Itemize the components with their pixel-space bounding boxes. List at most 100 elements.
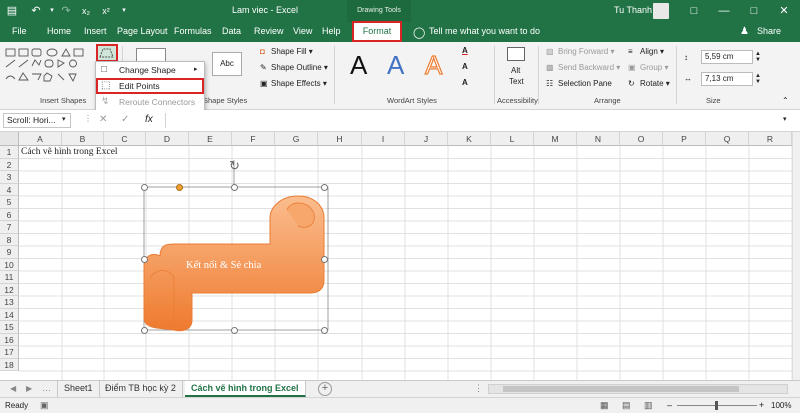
- maximize-icon[interactable]: □: [746, 3, 762, 19]
- tab-home[interactable]: Home: [47, 26, 71, 36]
- more-sheets-icon[interactable]: …: [42, 383, 51, 393]
- column-header[interactable]: N: [577, 132, 620, 146]
- tab-split-handle[interactable]: ⋮: [474, 383, 483, 394]
- height-spinner-icon[interactable]: ▲ ▼: [755, 51, 761, 63]
- resize-handle-top-right[interactable]: [321, 184, 328, 191]
- undo-icon[interactable]: ↶: [28, 3, 44, 19]
- formula-input[interactable]: [165, 113, 777, 128]
- expand-formula-icon[interactable]: ▾: [783, 115, 787, 123]
- horizontal-scrollbar[interactable]: [488, 384, 788, 394]
- add-sheet-icon[interactable]: +: [318, 382, 332, 396]
- shape-height-input[interactable]: 5,59 cm: [701, 50, 753, 64]
- horizontal-scroll-thumb[interactable]: [503, 386, 739, 392]
- column-header[interactable]: E: [189, 132, 232, 146]
- text-outline-icon[interactable]: A: [462, 62, 468, 71]
- tab-review[interactable]: Review: [254, 26, 284, 36]
- rotation-handle-icon[interactable]: ↻: [229, 160, 240, 173]
- tab-format[interactable]: Format: [352, 21, 402, 42]
- cancel-icon[interactable]: ✕: [99, 114, 107, 125]
- column-header[interactable]: G: [275, 132, 318, 146]
- send-backward-button[interactable]: Send Backward ▾: [558, 63, 620, 72]
- alt-text-button-line2[interactable]: Text: [509, 77, 524, 86]
- redo-icon[interactable]: ↷: [58, 3, 74, 19]
- close-icon[interactable]: ✕: [776, 3, 792, 19]
- shape-width-input[interactable]: 7,13 cm: [701, 72, 753, 86]
- subscript-icon[interactable]: x₂: [78, 3, 94, 19]
- rotate-button[interactable]: Rotate ▾: [640, 79, 670, 88]
- spreadsheet-grid[interactable]: A B C D E F G H I J K L M N O P Q R 1 2 …: [0, 132, 792, 380]
- enter-icon[interactable]: ✓: [121, 114, 129, 125]
- row-header[interactable]: 17: [0, 346, 19, 359]
- row-header[interactable]: 5: [0, 196, 19, 209]
- row-header[interactable]: 6: [0, 208, 19, 221]
- resize-handle-top[interactable]: [231, 184, 238, 191]
- column-header[interactable]: O: [620, 132, 663, 146]
- resize-handle-bottom-left[interactable]: [141, 327, 148, 334]
- autosave-icon[interactable]: ▤: [4, 3, 20, 19]
- column-header[interactable]: C: [104, 132, 146, 146]
- shape-outline-button[interactable]: Shape Outline ▾: [271, 63, 328, 72]
- row-header[interactable]: 10: [0, 258, 19, 271]
- zoom-in-icon[interactable]: +: [759, 400, 764, 410]
- column-header[interactable]: M: [534, 132, 577, 146]
- resize-handle-bottom-right[interactable]: [321, 327, 328, 334]
- macro-record-icon[interactable]: ▣: [40, 400, 49, 411]
- sheet-tab-diem-tb[interactable]: Điểm TB học kỳ 2: [99, 381, 183, 397]
- minimize-icon[interactable]: —: [716, 3, 732, 19]
- row-header[interactable]: 7: [0, 221, 19, 234]
- next-sheet-icon[interactable]: ▶: [26, 384, 32, 393]
- menu-item-edit-points[interactable]: Edit Points: [96, 79, 204, 94]
- text-effects-icon[interactable]: A: [462, 78, 468, 87]
- row-header[interactable]: 15: [0, 321, 19, 334]
- row-header[interactable]: 1: [0, 146, 19, 159]
- column-header[interactable]: P: [663, 132, 706, 146]
- wordart-style-blue[interactable]: A: [387, 50, 404, 81]
- share-icon[interactable]: ♟: [740, 26, 749, 37]
- tab-insert[interactable]: Insert: [84, 26, 107, 36]
- shapes-gallery[interactable]: [4, 46, 88, 86]
- selection-pane-button[interactable]: Selection Pane: [558, 79, 612, 88]
- group-button[interactable]: Group ▾: [640, 63, 668, 72]
- sheet-tab-active[interactable]: Cách vẽ hình trong Excel: [185, 381, 306, 397]
- zoom-level[interactable]: 100%: [771, 401, 791, 410]
- row-header[interactable]: 8: [0, 233, 19, 246]
- menu-item-reroute-connectors[interactable]: Reroute Connectors: [96, 95, 204, 110]
- shape-fill-button[interactable]: Shape Fill ▾: [271, 47, 313, 56]
- width-spinner-icon[interactable]: ▲ ▼: [755, 73, 761, 85]
- customize-qat-icon[interactable]: ▾: [116, 3, 132, 19]
- bring-forward-button[interactable]: Bring Forward ▾: [558, 47, 614, 56]
- column-header[interactable]: H: [318, 132, 362, 146]
- shape-fill-icon[interactable]: ◘: [260, 47, 265, 56]
- row-header[interactable]: 13: [0, 296, 19, 309]
- tell-me-search[interactable]: Tell me what you want to do: [429, 26, 540, 36]
- align-button[interactable]: Align ▾: [640, 47, 664, 56]
- share-button[interactable]: Share: [757, 26, 781, 36]
- tab-view[interactable]: View: [293, 26, 312, 36]
- resize-handle-top-left[interactable]: [141, 184, 148, 191]
- select-all-corner[interactable]: [0, 132, 19, 146]
- wordart-style-orange[interactable]: A: [424, 49, 443, 81]
- ribbon-display-icon[interactable]: □: [686, 3, 702, 19]
- row-header[interactable]: 12: [0, 283, 19, 296]
- vertical-scrollbar[interactable]: [792, 132, 800, 380]
- column-header[interactable]: R: [749, 132, 792, 146]
- tab-data[interactable]: Data: [222, 26, 241, 36]
- normal-view-icon[interactable]: ▦: [600, 400, 609, 411]
- tab-file[interactable]: File: [12, 26, 27, 36]
- row-header[interactable]: 16: [0, 333, 19, 346]
- shape-effects-icon[interactable]: ▣: [260, 79, 268, 88]
- column-header[interactable]: F: [232, 132, 275, 146]
- shape-style-abc[interactable]: Abc: [212, 52, 242, 76]
- row-header[interactable]: 9: [0, 246, 19, 259]
- adjustment-handle[interactable]: [176, 184, 183, 191]
- row-header[interactable]: 2: [0, 158, 19, 171]
- page-layout-view-icon[interactable]: ▤: [622, 400, 631, 411]
- tab-help[interactable]: Help: [322, 26, 341, 36]
- row-header[interactable]: 4: [0, 183, 19, 196]
- column-header[interactable]: Q: [706, 132, 749, 146]
- superscript-icon[interactable]: x²: [98, 3, 114, 19]
- prev-sheet-icon[interactable]: ◀: [10, 384, 16, 393]
- resize-handle-bottom[interactable]: [231, 327, 238, 334]
- edit-shape-button[interactable]: [96, 44, 118, 62]
- shape-outline-icon[interactable]: ✎: [260, 63, 267, 72]
